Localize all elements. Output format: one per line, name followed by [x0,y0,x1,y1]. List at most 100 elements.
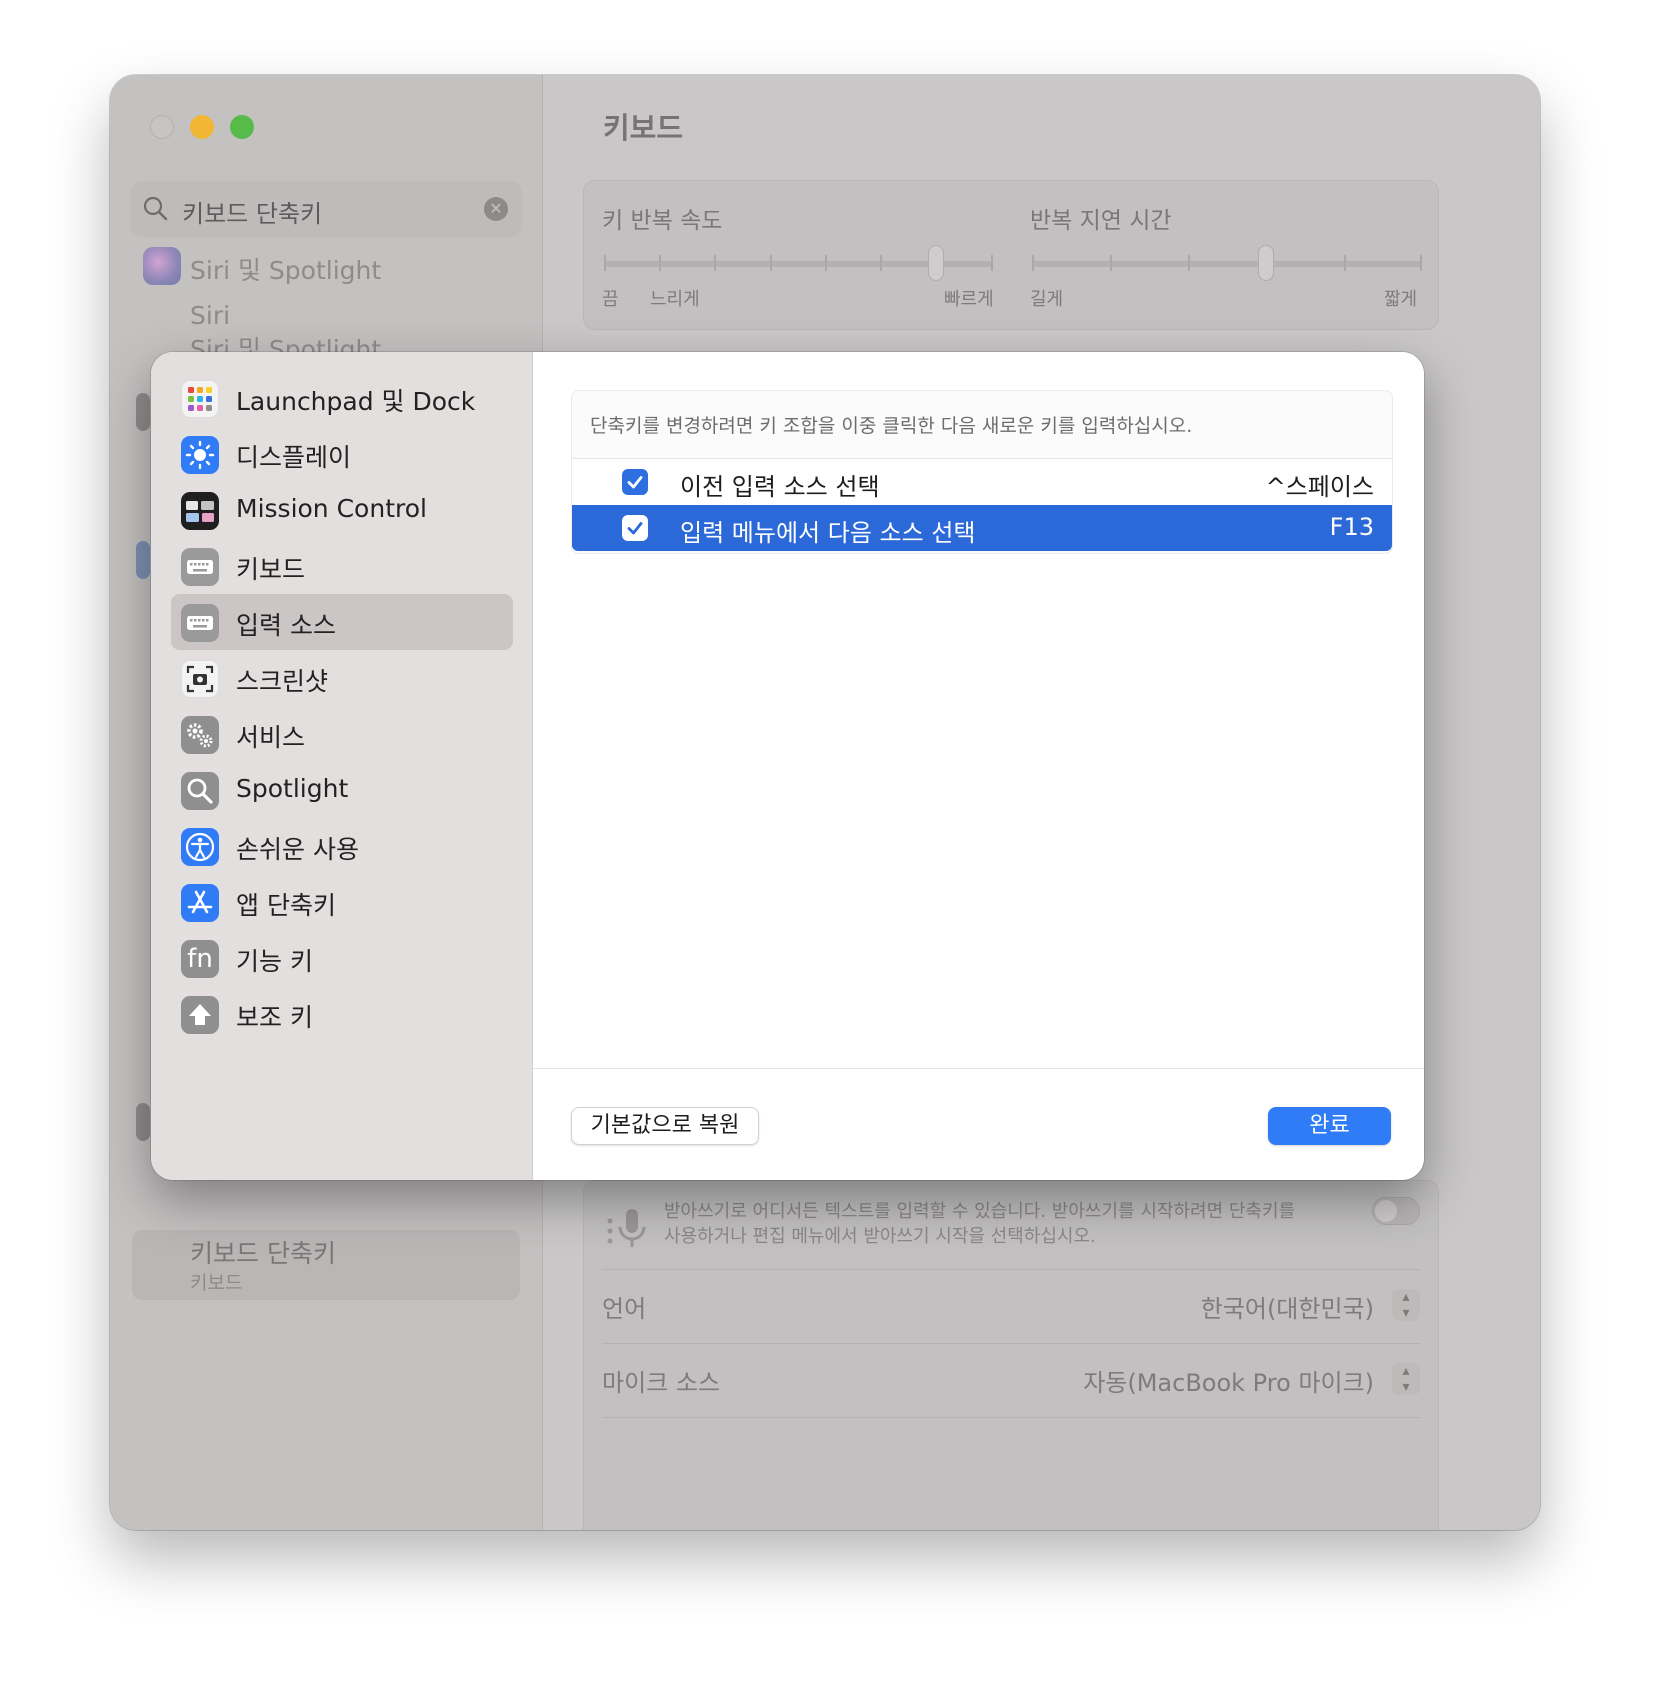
display-brightness-icon [181,436,219,474]
category-label: 서비스 [236,723,306,752]
checkmark-icon [627,476,643,489]
slider-tick [1110,255,1112,271]
mic-source-label: 마이크 소스 [602,1369,721,1397]
slider-tick [825,255,827,271]
mic-source-value[interactable]: 자동(MacBook Pro 마이크) [1083,1363,1374,1398]
accessibility-icon [181,828,219,866]
repeat-rate-thumb[interactable] [928,245,944,281]
mission-control-icon [181,492,219,530]
category-label: Spotlight [236,774,349,803]
sidebar-search-field[interactable]: 키보드 단축키 ✕ [130,181,522,237]
magnifier-icon [181,772,219,810]
dictation-section: 받아쓰기로 어디서든 텍스트를 입력할 수 있습니다. 받아쓰기를 시작하려면 … [583,1180,1439,1530]
slider-tick [1420,255,1422,271]
siri-icon [143,247,181,285]
close-window-button[interactable] [150,115,174,139]
sidebar-result-sub-clip: Siri 및 Spotlight [190,330,381,352]
category-label: 앱 단축키 [236,891,336,920]
divider [602,1343,1420,1344]
category-display[interactable]: 디스플레이 [171,426,513,482]
category-launchpad-dock[interactable]: Launchpad 및 Dock [171,370,513,426]
keyboard-repeat-section: 키 반복 속도 끔 느리게 빠르게 반복 지연 시간 길게 짧게 [583,180,1439,330]
category-label: 키보드 [236,555,306,584]
gears-icon [181,716,219,754]
shortcut-key[interactable]: ^스페이스 [1266,467,1374,502]
sidebar-result-title[interactable]: Siri 및 Spotlight [190,251,381,287]
category-label: Mission Control [236,494,427,523]
category-modifier-keys[interactable]: 보조 키 [171,986,513,1042]
keyboard-icon [181,548,219,586]
microphone-icon [607,1209,646,1247]
shortcut-checkbox[interactable] [622,469,648,495]
checkmark-icon [627,522,643,535]
dictation-description: 받아쓰기로 어디서든 텍스트를 입력할 수 있습니다. 받아쓰기를 시작하려면 … [664,1201,1296,1247]
slider-label-short: 짧게 [1384,289,1418,310]
slider-label-long: 길게 [1030,289,1064,310]
page-title: 키보드 [603,111,684,145]
category-label: 손쉬운 사용 [236,835,359,864]
slider-tick [714,255,716,271]
category-label: 기능 키 [236,947,313,976]
category-label: 스크린샷 [236,667,329,696]
shortcut-label: 입력 메뉴에서 다음 소스 선택 [680,519,976,547]
sidebar-result-sub[interactable]: Siri 및 Spotlight [190,335,381,352]
shortcuts-category-list: Launchpad 및 Dock 디스플레이 Mission Control 키… [151,352,533,1180]
category-label: 보조 키 [236,1003,313,1032]
sidebar-selected-result[interactable]: 키보드 단축키 키보드 [132,1230,520,1300]
keyboard-icon [136,1103,150,1141]
clear-search-icon[interactable]: ✕ [484,197,508,221]
slider-tick [991,255,993,271]
table-row[interactable]: 이전 입력 소스 선택 ^스페이스 [572,459,1392,505]
input-sources-icon [181,604,219,642]
category-services[interactable]: 서비스 [171,706,513,762]
slider-label-off: 끔 [602,289,619,310]
divider [602,1269,1420,1270]
minimize-window-button[interactable] [190,115,214,139]
category-keyboard[interactable]: 키보드 [171,538,513,594]
screenshot-icon [181,660,219,698]
slider-tick [770,255,772,271]
shortcut-checkbox[interactable] [622,515,648,541]
slider-tick [604,255,606,271]
accessibility-icon [136,541,150,579]
language-popup-chevron-icon[interactable]: ▴ ▾ [1392,1289,1420,1321]
sidebar-result-sub[interactable]: Siri [190,301,230,330]
slider-tick [880,255,882,271]
category-input-sources[interactable]: 입력 소스 [171,594,513,650]
language-value[interactable]: 한국어(대한민국) [1201,1289,1374,1324]
table-row-selected[interactable]: 입력 메뉴에서 다음 소스 선택 F13 [572,505,1392,551]
slider-label-slow: 느리게 [650,289,700,310]
category-label: Launchpad 및 Dock [236,387,476,416]
category-label: 입력 소스 [236,611,336,640]
repeat-delay-thumb[interactable] [1258,245,1274,281]
zoom-window-button[interactable] [230,115,254,139]
slider-tick [1344,255,1346,271]
category-mission-control[interactable]: Mission Control [171,482,513,538]
shortcuts-table: 단축키를 변경하려면 키 조합을 이중 클릭한 다음 새로운 키를 입력하십시오… [571,390,1393,554]
shortcut-label: 이전 입력 소스 선택 [680,473,880,501]
category-function-keys[interactable]: fn 기능 키 [171,930,513,986]
repeat-delay-title: 반복 지연 시간 [1030,208,1172,234]
category-label: 디스플레이 [236,443,352,472]
keyboard-shortcuts-dialog: Launchpad 및 Dock 디스플레이 Mission Control 키… [151,352,1424,1180]
category-spotlight[interactable]: Spotlight [171,762,513,818]
launchpad-icon [181,380,219,418]
divider [602,1417,1420,1418]
fn-key-icon: fn [181,940,219,978]
restore-defaults-button[interactable]: 기본값으로 복원 [571,1107,759,1145]
shortcut-key[interactable]: F13 [1330,513,1374,541]
category-screenshots[interactable]: 스크린샷 [171,650,513,706]
language-label: 언어 [602,1295,647,1323]
search-input[interactable]: 키보드 단축키 [182,194,322,229]
slider-tick [659,255,661,271]
search-icon [143,196,168,221]
mic-source-popup-chevron-icon[interactable]: ▴ ▾ [1392,1363,1420,1395]
slider-label-fast: 빠르게 [944,289,994,310]
category-app-shortcuts[interactable]: 앱 단축키 [171,874,513,930]
category-accessibility[interactable]: 손쉬운 사용 [171,818,513,874]
dictation-toggle[interactable] [1372,1197,1420,1225]
repeat-delay-slider[interactable] [1032,261,1422,267]
done-button[interactable]: 완료 [1268,1107,1391,1145]
slider-tick [1188,255,1190,271]
sidebar-result-title: 키보드 단축키 [190,1239,336,1268]
